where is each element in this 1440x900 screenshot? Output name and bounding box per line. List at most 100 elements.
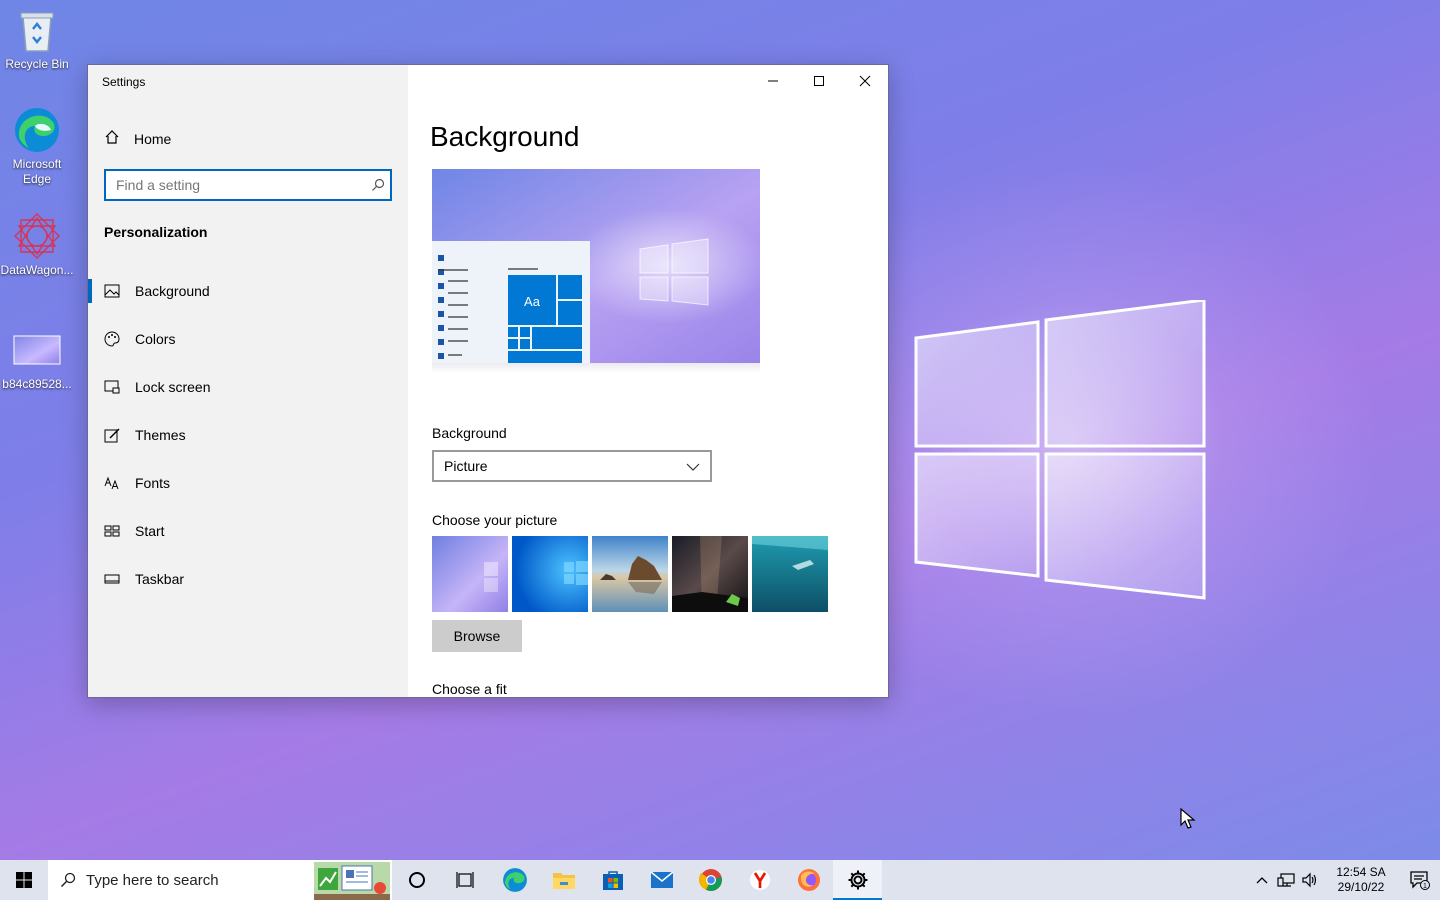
choose-picture-label: Choose your picture [432, 512, 558, 528]
search-highlight-icon [314, 862, 390, 900]
nav-item-lock-screen[interactable]: Lock screen [88, 363, 408, 411]
search-icon [366, 178, 390, 192]
nav-item-taskbar[interactable]: Taskbar [88, 555, 408, 603]
nav-item-label: Themes [135, 427, 186, 443]
store-button[interactable] [588, 860, 637, 900]
dropdown-value: Picture [444, 458, 488, 474]
palette-icon [104, 331, 120, 347]
taskbar-search-box[interactable]: Type here to search [48, 860, 392, 900]
thumbnail-night-sky[interactable] [672, 536, 748, 612]
search-icon [60, 872, 76, 888]
choose-fit-label: Choose a fit [432, 681, 507, 697]
nav-item-start[interactable]: Start [88, 507, 408, 555]
task-view-icon [455, 872, 474, 888]
background-preview: Aa [432, 169, 760, 363]
desktop-icon-label: Microsoft Edge [12, 157, 62, 186]
speaker-icon [1302, 872, 1317, 888]
picture-icon [104, 283, 120, 299]
recycle-bin-icon [13, 6, 61, 54]
action-center-button[interactable]: 1 [1400, 860, 1440, 900]
edge-icon [13, 106, 61, 154]
wallpaper-windows-logo [914, 300, 1206, 600]
nav-item-label: Background [135, 283, 210, 299]
taskbar-icon [104, 571, 120, 587]
home-icon [104, 129, 120, 148]
find-setting-search[interactable] [104, 169, 392, 201]
network-icon [1277, 873, 1295, 887]
background-type-dropdown[interactable]: Picture [432, 450, 712, 482]
store-icon [602, 871, 623, 890]
taskbar-clock[interactable]: 12:54 SA 29/10/22 [1326, 865, 1396, 895]
mail-button[interactable] [637, 860, 686, 900]
desktop-icon-edge[interactable]: Microsoft Edge [0, 106, 74, 187]
task-view-button[interactable] [441, 860, 490, 900]
preview-tile-text: Aa [524, 294, 541, 309]
section-heading: Personalization [104, 224, 208, 240]
desktop-icon-datawagon[interactable]: DataWagon... [0, 212, 74, 278]
notification-count: 1 [1423, 883, 1427, 890]
thumbnail-underwater[interactable] [752, 536, 828, 612]
thumbnail-beach-rocks[interactable] [592, 536, 668, 612]
home-label: Home [134, 130, 172, 147]
thumbnail-purple-glow[interactable] [432, 536, 508, 612]
notification-icon: 1 [1410, 871, 1430, 890]
chevron-up-icon [1256, 877, 1268, 884]
nav-item-label: Start [135, 523, 165, 539]
firefox-icon [797, 869, 820, 891]
settings-gear-icon [848, 870, 867, 890]
start-button[interactable] [0, 860, 48, 900]
system-tray: 12:54 SA 29/10/22 1 [1250, 860, 1440, 900]
file-explorer-button[interactable] [539, 860, 588, 900]
browse-button[interactable]: Browse [432, 620, 522, 652]
start-tiles-icon [104, 523, 120, 539]
nav-item-label: Taskbar [135, 571, 185, 587]
desktop-icon-label: Recycle Bin [5, 57, 69, 71]
settings-content: Background Aa Background Picture Choose … [408, 65, 888, 697]
clock-time: 12:54 SA [1336, 865, 1386, 879]
home-link[interactable]: Home [104, 129, 171, 148]
nav-item-themes[interactable]: Themes [88, 411, 408, 459]
taskbar: Type here to search 12:54 SA 29/10/22 1 [0, 860, 1440, 900]
nav-item-colors[interactable]: Colors [88, 315, 408, 363]
settings-window: Settings Home Personalization Background… [87, 64, 889, 698]
chrome-icon [698, 869, 722, 891]
file-explorer-icon [552, 873, 575, 889]
mail-icon [650, 871, 673, 888]
desktop-icon-label: DataWagon... [0, 263, 74, 277]
window-title: Settings [102, 75, 146, 89]
desktop-icon-image-file[interactable]: b84c89528... [0, 326, 74, 392]
volume-button[interactable] [1298, 860, 1322, 900]
find-setting-input[interactable] [106, 171, 366, 199]
windows-start-icon [16, 872, 32, 888]
settings-taskbar-button[interactable] [833, 860, 882, 900]
image-file-icon [13, 326, 61, 374]
edge-icon [502, 868, 527, 892]
firefox-button[interactable] [784, 860, 833, 900]
nav-item-fonts[interactable]: Fonts [88, 459, 408, 507]
desktop-icon-recycle-bin[interactable]: Recycle Bin [0, 6, 74, 72]
chevron-down-icon [686, 458, 700, 474]
cortana-icon [408, 872, 425, 888]
yandex-icon [749, 870, 770, 890]
show-hidden-icons-button[interactable] [1250, 860, 1274, 900]
fonts-icon [104, 475, 120, 491]
taskbar-edge-button[interactable] [490, 860, 539, 900]
preview-shadow [432, 363, 760, 373]
datawagon-icon [13, 212, 61, 260]
desktop-icon-label: b84c89528... [2, 377, 72, 391]
chrome-button[interactable] [686, 860, 735, 900]
themes-brush-icon [104, 427, 120, 443]
nav-item-label: Colors [135, 331, 176, 347]
network-button[interactable] [1274, 860, 1298, 900]
thumbnail-windows-blue[interactable] [512, 536, 588, 612]
cortana-button[interactable] [392, 860, 441, 900]
nav-item-background[interactable]: Background [88, 267, 408, 315]
taskbar-search-placeholder: Type here to search [86, 871, 219, 889]
personalization-nav: Background Colors Lock screen Themes Fon… [88, 267, 408, 603]
nav-item-label: Lock screen [135, 379, 211, 395]
nav-item-label: Fonts [135, 475, 171, 491]
clock-date: 29/10/22 [1337, 880, 1385, 894]
mouse-cursor-icon [1180, 808, 1196, 829]
yandex-button[interactable] [735, 860, 784, 900]
background-type-label: Background [432, 425, 507, 441]
